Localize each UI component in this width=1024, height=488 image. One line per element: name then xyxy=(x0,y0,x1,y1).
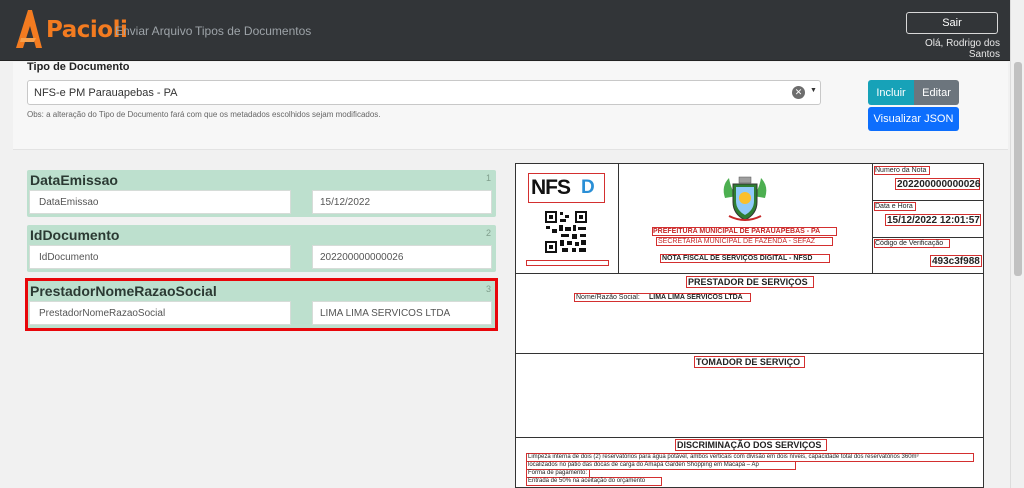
metadata-value-field[interactable]: 202200000000026 xyxy=(312,245,492,269)
metadata-card[interactable]: DataEmissao 1 DataEmissao 15/12/2022 xyxy=(27,170,496,217)
document-type-note: Obs: a alteração do Tipo de Documento fa… xyxy=(27,110,381,119)
discriminacao-line: localizados no pátio das docas de carga … xyxy=(528,462,759,468)
user-greeting: Olá, Rodrigo dos Santos xyxy=(924,38,1000,60)
nfsd-logo: NFS D xyxy=(528,173,605,203)
document-type-select[interactable]: NFS-e PM Parauapebas - PA ✕ ▼ xyxy=(27,80,821,105)
nav-link-tipos-documentos[interactable]: Tipos de Documentos xyxy=(195,24,311,38)
document-type-label: Tipo de Documento xyxy=(27,61,130,73)
prestador-line-label: Nome/Razão Social: xyxy=(576,294,640,301)
nav-link-enviar-arquivo[interactable]: Enviar Arquivo xyxy=(115,24,192,38)
incluir-button[interactable]: Incluir xyxy=(868,80,914,105)
scrollbar-thumb[interactable] xyxy=(1014,62,1022,276)
metadata-card[interactable]: IdDocumento 2 IdDocumento 20220000000002… xyxy=(27,225,496,272)
divider xyxy=(872,237,983,238)
tomador-title: TOMADOR DE SERVIÇO xyxy=(696,357,801,367)
discriminacao-line: Limpeza interna de dois (2) reservatório… xyxy=(528,454,919,460)
qr-code-icon xyxy=(544,210,588,254)
metadata-index: 2 xyxy=(485,228,491,238)
pacioli-logo-icon[interactable] xyxy=(12,8,44,52)
discriminacao-line: Forma de pagamento: xyxy=(528,470,588,476)
prestador-line-value: LIMA LIMA SERVICOS LTDA xyxy=(649,294,743,301)
metadata-name-field[interactable]: IdDocumento xyxy=(29,245,291,269)
divider xyxy=(872,200,983,201)
metadata-name-field[interactable]: DataEmissao xyxy=(29,190,291,214)
municipal-crest-icon xyxy=(723,176,767,221)
chevron-down-icon[interactable]: ▼ xyxy=(810,87,817,94)
divider xyxy=(516,437,983,438)
prefeitura-header: PREFEITURA MUNICIPAL DE PARAUAPEBAS - PA xyxy=(653,228,821,235)
nota-fiscal-header: NOTA FISCAL DE SERVIÇOS DIGITAL - NFSD xyxy=(662,255,813,262)
divider xyxy=(516,353,983,354)
selected-metadata-highlight xyxy=(25,278,498,331)
document-preview[interactable]: NFS D PREFEITURA MUNICIPAL DE PARAUAPEBA… xyxy=(515,163,984,488)
numero-value: 202200000000026 xyxy=(897,179,981,190)
page-scrollbar[interactable] xyxy=(1010,0,1024,488)
document-type-selected-value: NFS-e PM Parauapebas - PA xyxy=(34,87,178,99)
divider xyxy=(872,164,873,273)
divider xyxy=(516,273,983,274)
numero-label: Numero da Nota xyxy=(875,167,927,174)
editar-button[interactable]: Editar xyxy=(914,80,959,105)
nfsd-logo-d-icon: D xyxy=(581,177,595,198)
data-label: Data e Hora xyxy=(875,203,913,210)
visualizar-json-button[interactable]: Visualizar JSON xyxy=(868,107,959,131)
logout-button[interactable]: Sair xyxy=(906,12,998,34)
prestador-title: PRESTADOR DE SERVIÇOS xyxy=(688,277,808,287)
top-navbar: Pacioli Enviar Arquivo Tipos de Document… xyxy=(0,0,1010,61)
data-value: 15/12/2022 12:01:57 xyxy=(887,215,980,226)
discriminacao-title: DISCRIMINAÇÃO DOS SERVIÇOS xyxy=(677,440,822,450)
discriminacao-line: Entrada de 50% na aceitação do orçamento xyxy=(528,478,646,484)
document-type-panel xyxy=(13,62,1008,150)
metadata-title: DataEmissao xyxy=(30,172,118,188)
metadata-title: IdDocumento xyxy=(30,227,120,243)
metadata-index: 1 xyxy=(485,173,491,183)
metadata-value-field[interactable]: 15/12/2022 xyxy=(312,190,492,214)
qr-caption-box xyxy=(526,260,609,266)
codigo-value: 493c3f988 xyxy=(932,256,980,267)
clear-selection-icon[interactable]: ✕ xyxy=(792,86,805,99)
divider xyxy=(618,164,619,273)
codigo-label: Código de Verificação xyxy=(875,240,944,247)
nfsd-logo-text: NFS xyxy=(531,176,571,199)
secretaria-header: SECRETARIA MUNICIPAL DE FAZENDA - SEFAZ xyxy=(658,238,816,245)
